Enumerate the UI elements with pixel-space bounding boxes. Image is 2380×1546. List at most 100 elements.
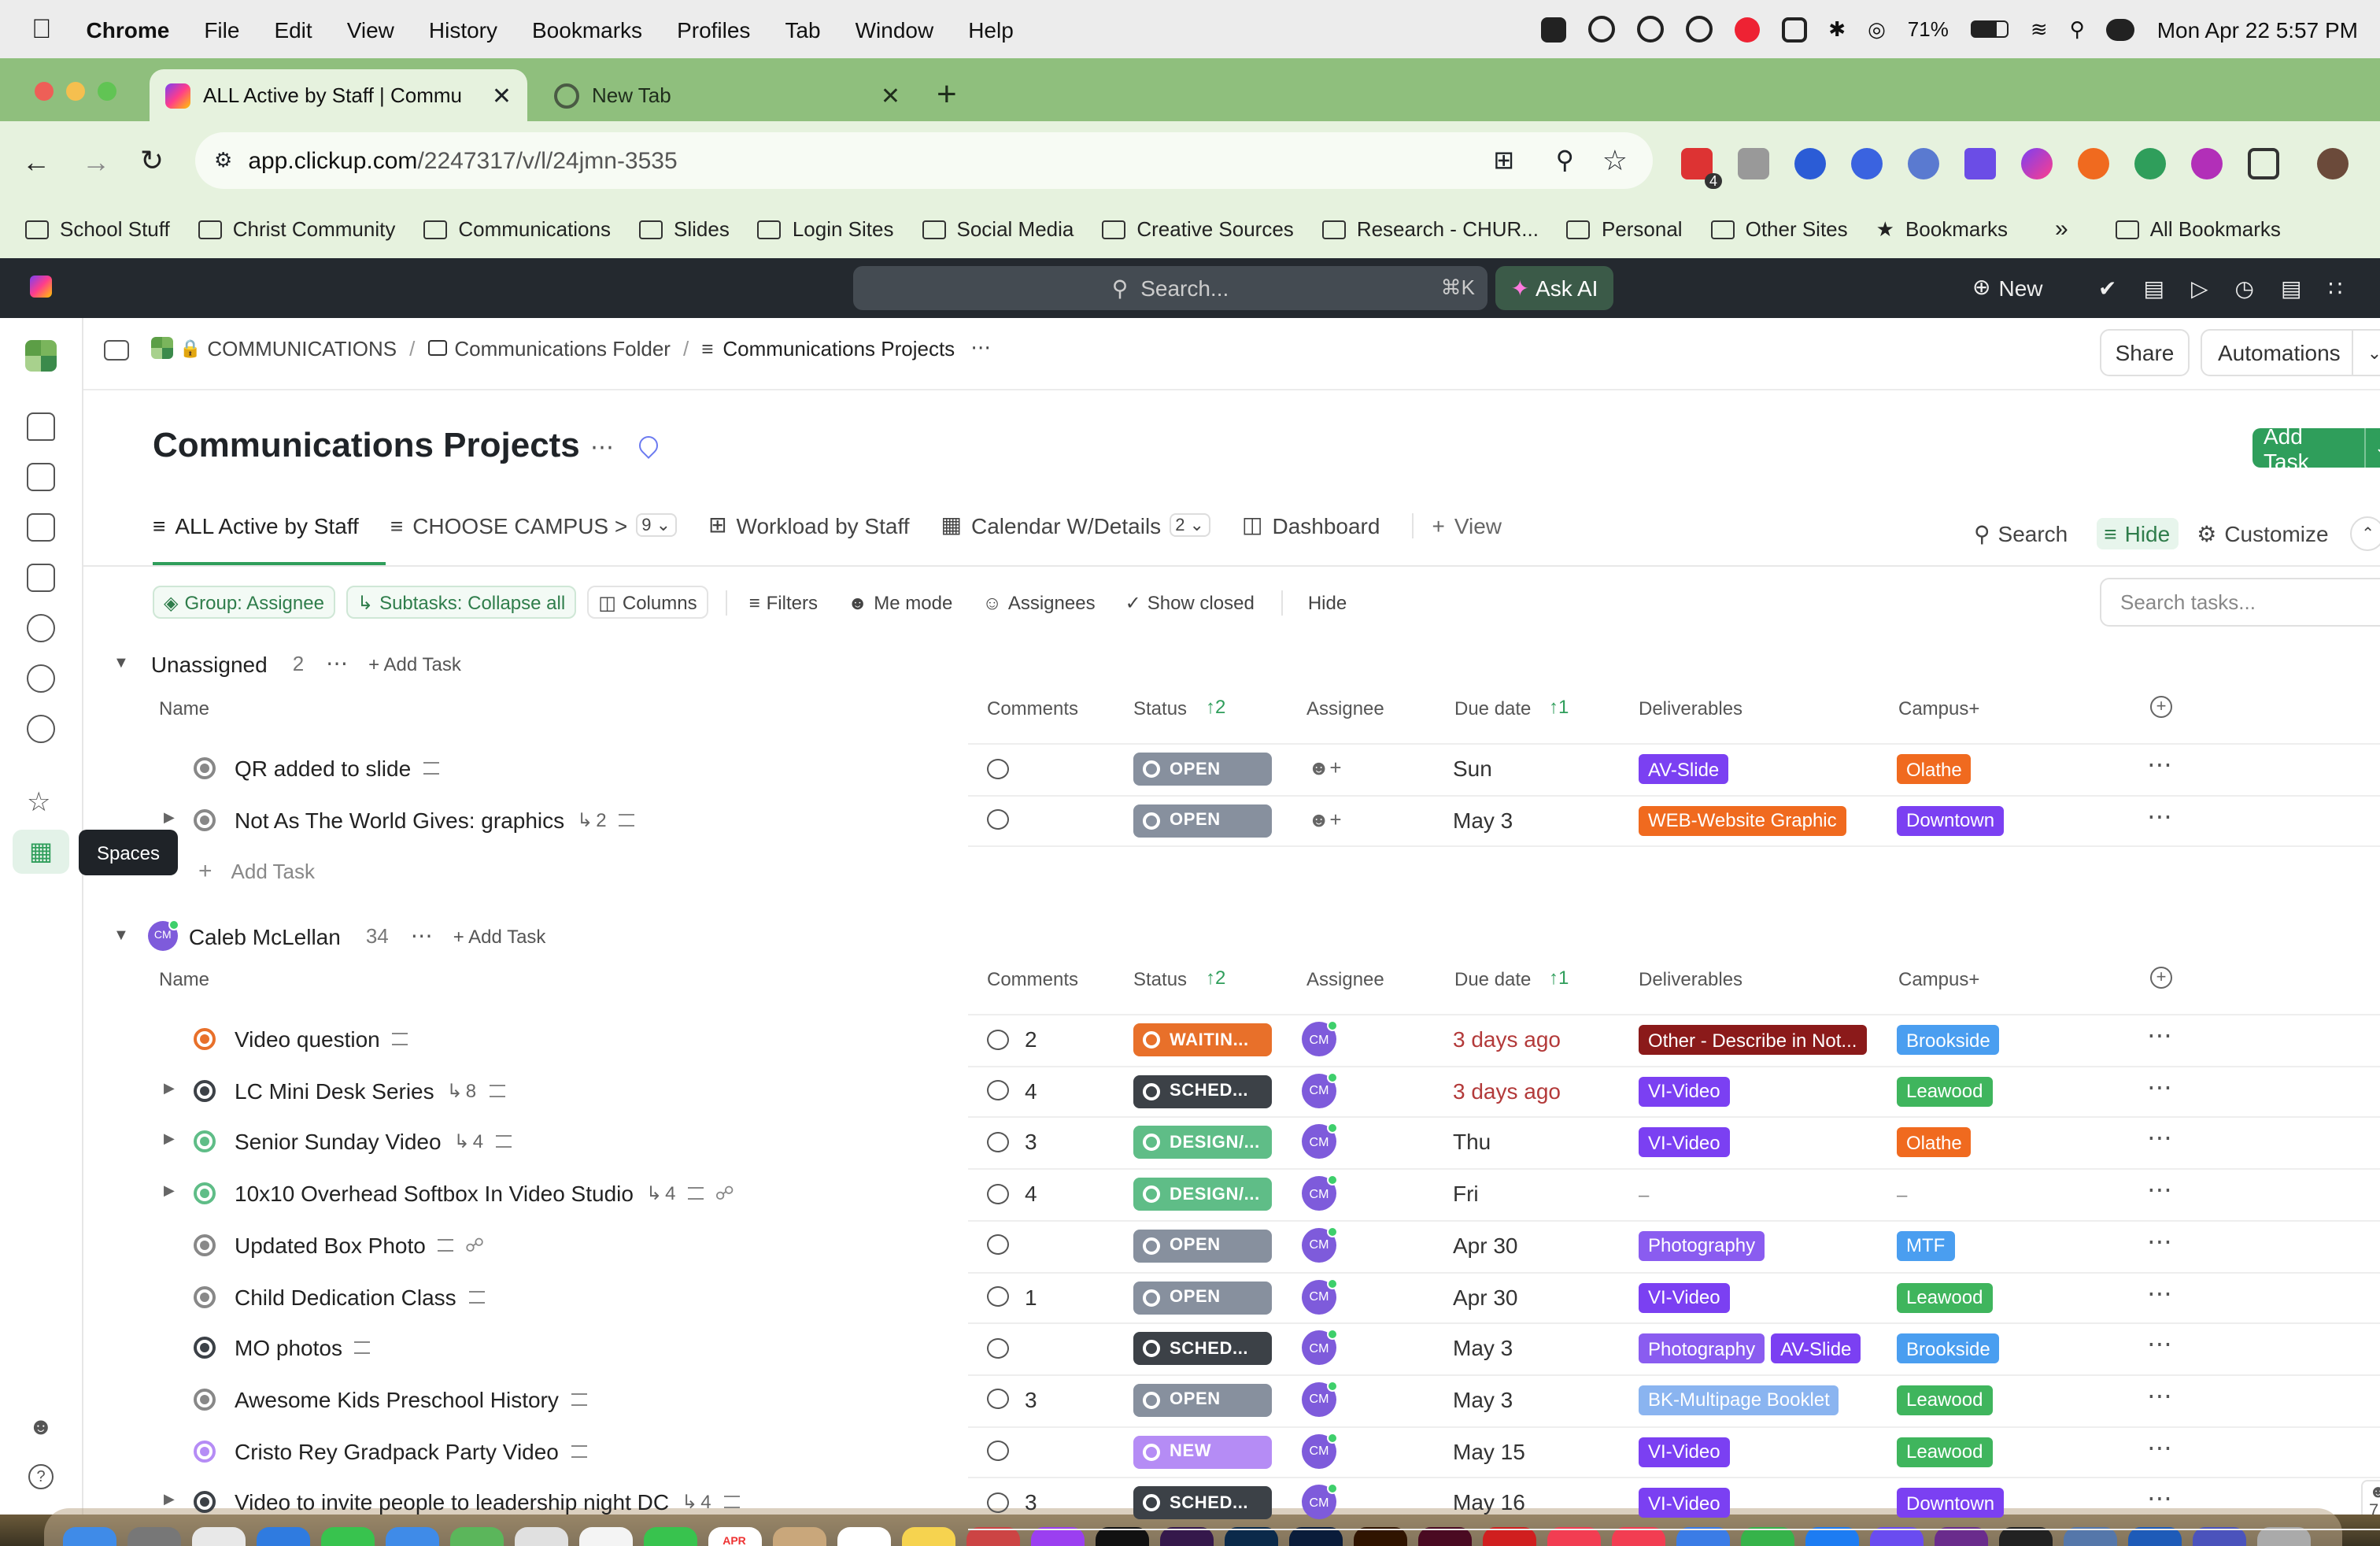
- customize-button[interactable]: ⚙ Customize: [2197, 520, 2328, 547]
- window-close-button[interactable]: [35, 82, 54, 101]
- status-dot-icon[interactable]: [194, 1079, 216, 1102]
- due-date[interactable]: Apr 30: [1453, 1271, 1518, 1322]
- comments-cell[interactable]: [987, 743, 1025, 793]
- status-dot-icon[interactable]: [194, 1182, 216, 1205]
- extension-camera-icon[interactable]: [1738, 147, 1769, 179]
- zoom-icon[interactable]: ⚲: [1556, 145, 1574, 176]
- subtask-count[interactable]: ↳ 4: [454, 1131, 484, 1153]
- view-hide-button[interactable]: ≡ Hide: [2096, 518, 2179, 549]
- menubar-clock[interactable]: Mon Apr 22 5:57 PM: [2157, 17, 2358, 42]
- task-name-cell[interactable]: Awesome Kids Preschool History: [235, 1374, 587, 1425]
- row-more-icon[interactable]: ⋯: [2147, 1020, 2174, 1052]
- comments-cell[interactable]: [987, 1322, 1025, 1373]
- profile-avatar[interactable]: [2317, 147, 2349, 179]
- extension-clickup-icon[interactable]: [2021, 147, 2053, 179]
- deliverables-cell[interactable]: Other - Describe in Not...: [1639, 1025, 1872, 1055]
- campus-cell[interactable]: Brookside: [1897, 1333, 2006, 1364]
- status-dot-icon[interactable]: [194, 1440, 216, 1463]
- comments-cell[interactable]: 2: [987, 1014, 1037, 1064]
- row-more-icon[interactable]: ⋯: [2147, 749, 2174, 781]
- inbox-icon[interactable]: [27, 463, 55, 491]
- task-row[interactable]: ▶ Not As The World Gives: graphics ↳ 2 OPEN ☻…: [0, 794, 2380, 845]
- extensions-puzzle-icon[interactable]: [2248, 147, 2279, 179]
- messages-icon[interactable]: [320, 1527, 374, 1546]
- collapse-caret-icon[interactable]: ▼: [113, 927, 129, 945]
- bookmark-folder-login[interactable]: Login Sites: [757, 217, 894, 241]
- bookmark-folder-social[interactable]: Social Media: [922, 217, 1074, 241]
- menu-view[interactable]: View: [347, 17, 394, 42]
- dashboards-icon[interactable]: [27, 564, 55, 592]
- col-due-header[interactable]: Due date: [1454, 697, 1531, 719]
- status-dot-icon[interactable]: [194, 1028, 216, 1050]
- workspace-icon[interactable]: [25, 340, 57, 372]
- automations-button[interactable]: Automations ⌄: [2201, 329, 2380, 376]
- col-assignee-header[interactable]: Assignee: [1306, 697, 1384, 719]
- home-icon[interactable]: [27, 412, 55, 441]
- avatar[interactable]: CM: [1302, 1174, 1338, 1211]
- menu-tab[interactable]: Tab: [785, 17, 820, 42]
- row-more-icon[interactable]: ⋯: [2147, 1174, 2174, 1206]
- battery-icon[interactable]: [1970, 20, 2009, 38]
- avatar[interactable]: CM: [1302, 1329, 1338, 1366]
- comments-cell[interactable]: [987, 1220, 1025, 1270]
- facetime-icon[interactable]: [643, 1527, 697, 1546]
- task-row[interactable]: MO photos SCHED... CM May 3 Photography AV-Sl…: [0, 1322, 2380, 1373]
- status-badge[interactable]: OPEN: [1133, 753, 1272, 786]
- avatar[interactable]: CM: [1302, 1123, 1338, 1160]
- add-view-button[interactable]: + View: [1411, 512, 1502, 538]
- expand-caret-icon[interactable]: ▶: [164, 1131, 175, 1148]
- task-row[interactable]: ▶ Video to invite people to leadership ni…: [0, 1478, 2380, 1528]
- tab-all-active-by-staff[interactable]: ≡ ALL Active by Staff: [153, 512, 359, 538]
- bookmark-folder-creative[interactable]: Creative Sources: [1102, 217, 1294, 241]
- collapse-caret-icon[interactable]: ▼: [113, 655, 129, 672]
- address-bar[interactable]: ⚙ app.clickup.com/2247317/v/l/24jmn-3535…: [195, 132, 1653, 189]
- forward-arrow-icon[interactable]: →: [82, 146, 110, 179]
- expand-caret-icon[interactable]: ▶: [164, 1492, 175, 1509]
- record-icon[interactable]: [1734, 17, 1760, 42]
- collapse-header-icon[interactable]: ⌃: [2350, 516, 2380, 551]
- task-row[interactable]: Video question 2 WAITIN... CM 3 days ago Othe…: [0, 1014, 2380, 1064]
- menu-window[interactable]: Window: [856, 17, 934, 42]
- extension-search-icon[interactable]: [1908, 147, 1939, 179]
- status-badge[interactable]: SCHED...: [1133, 1486, 1272, 1520]
- maps-icon[interactable]: [449, 1527, 503, 1546]
- sort-indicator[interactable]: ↑2: [1206, 967, 1225, 989]
- status-dot-icon[interactable]: [194, 1130, 216, 1153]
- photos-icon[interactable]: [578, 1527, 632, 1546]
- status-badge[interactable]: SCHED...: [1133, 1332, 1272, 1366]
- avatar[interactable]: CM: [1302, 1226, 1338, 1263]
- group-header[interactable]: ▼ CM Caleb McLellan 34 ⋯ + Add Task: [113, 919, 545, 951]
- task-row[interactable]: QR added to slide OPEN ☻+ Sun AV-Slide Olathe…: [0, 743, 2380, 793]
- bookmark-star-icon[interactable]: ☆: [1602, 144, 1628, 177]
- comments-cell[interactable]: [987, 794, 1025, 845]
- columns-chip[interactable]: ◫ Columns: [587, 586, 708, 619]
- task-row[interactable]: Cristo Rey Gradpack Party Video NEW CM May …: [0, 1426, 2380, 1476]
- avatar[interactable]: CM: [1302, 1432, 1338, 1469]
- video-icon[interactable]: ▷: [2191, 276, 2208, 302]
- apps-grid-icon[interactable]: ∷: [2328, 276, 2342, 302]
- group-by-chip[interactable]: ◈ Group: Assignee: [153, 586, 335, 619]
- due-date[interactable]: Fri: [1453, 1168, 1479, 1219]
- campus-cell[interactable]: MTF: [1897, 1230, 1961, 1261]
- col-campus-header[interactable]: Campus+: [1898, 697, 1979, 719]
- grammarly-icon[interactable]: [1587, 16, 1615, 43]
- deliverables-cell[interactable]: –: [1639, 1179, 1649, 1209]
- campus-cell[interactable]: Downtown: [1897, 1488, 2010, 1518]
- bookmark-folder-personal[interactable]: Personal: [1566, 217, 1683, 241]
- chrome-icon[interactable]: [514, 1527, 567, 1546]
- window-minimize-button[interactable]: [66, 82, 85, 101]
- calendar-icon[interactable]: APR22: [708, 1527, 761, 1546]
- inline-add-task[interactable]: + Add Task: [198, 858, 315, 885]
- deliverables-cell[interactable]: Photography AV-Slide: [1639, 1333, 1867, 1364]
- comments-cell[interactable]: 4: [987, 1065, 1037, 1115]
- task-name-cell[interactable]: QR added to slide: [235, 743, 440, 793]
- window-zoom-button[interactable]: [98, 82, 116, 101]
- breadcrumb-list[interactable]: Communications Projects: [722, 336, 955, 360]
- bookmark-folder-other[interactable]: Other Sites: [1710, 217, 1848, 241]
- campus-cell[interactable]: Olathe: [1897, 1127, 1978, 1158]
- all-bookmarks[interactable]: All Bookmarks: [2115, 217, 2281, 241]
- expand-caret-icon[interactable]: ▶: [164, 1182, 175, 1200]
- title-more-icon[interactable]: ⋯: [590, 433, 615, 461]
- extension-grammarly-icon[interactable]: [2134, 147, 2166, 179]
- assignees-chip[interactable]: ☺ Assignees: [973, 586, 1104, 619]
